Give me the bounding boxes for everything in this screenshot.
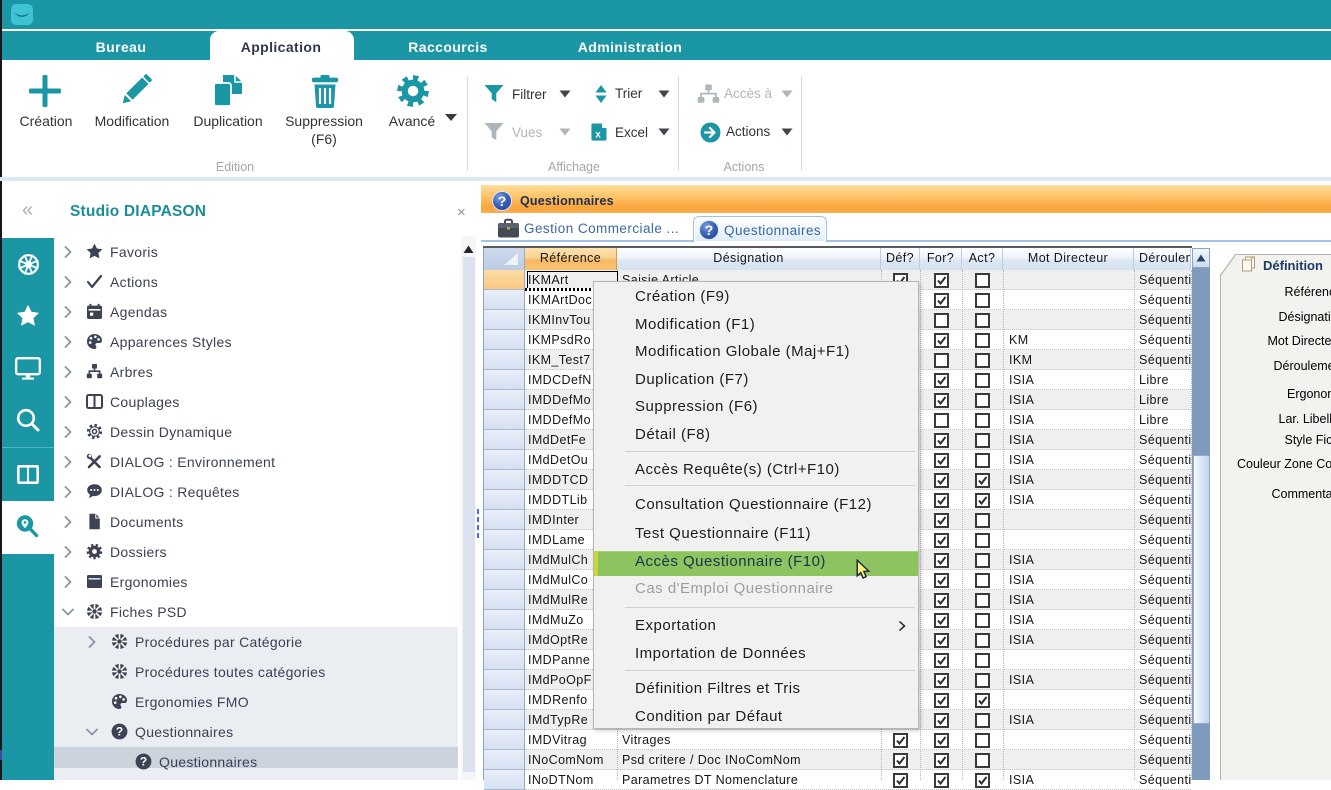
svg-text:?: ? (116, 725, 123, 739)
svg-text:?: ? (140, 755, 147, 769)
svg-text:x: x (595, 130, 601, 141)
